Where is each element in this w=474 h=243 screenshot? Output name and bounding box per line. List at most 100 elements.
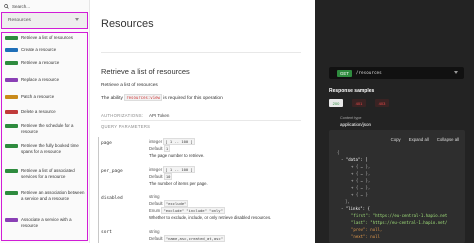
param-default: Default 10 (149, 173, 173, 180)
json-line[interactable]: - "data": [ (341, 157, 368, 162)
expand-all-button[interactable]: Expand all (409, 137, 429, 142)
sidebar-item-delete-resource[interactable]: Delete a resource (2, 109, 87, 115)
method-badge (5, 36, 18, 40)
tab-403[interactable]: 403 (375, 99, 389, 107)
tab-200[interactable]: 200 (329, 99, 343, 107)
param-type-text: integer (149, 167, 163, 172)
tab-401[interactable]: 401 (352, 99, 366, 107)
search-placeholder: Search... (12, 4, 31, 9)
endpoint-path: /resources (355, 70, 382, 76)
content-type-label: Content type (340, 116, 362, 120)
sidebar-item-label: Retrieve a list of resources (21, 35, 73, 40)
param-default-value: "exclude" (163, 200, 189, 207)
sidebar-item-retrieve-resources[interactable]: Retrieve a list of resources (2, 35, 87, 41)
sidebar-item-patch-resource[interactable]: Patch a resource (2, 94, 87, 100)
response-tabs: 200 401 403 (329, 99, 398, 107)
json-line: "prev": null, (351, 227, 383, 232)
sidebar-item-retrieve-association[interactable]: Retrieve an association between a servic… (2, 190, 87, 201)
param-name-disabled: disabled (101, 196, 123, 201)
sidebar-item-retrieve-schedule[interactable]: Retrieve the schedule for a resource (2, 123, 87, 134)
param-name-page: page (101, 141, 112, 146)
sidebar-item-label: Retrieve a list of associated services f… (21, 168, 75, 179)
sidebar-item-label: Retrieve the fully booked time spans for… (21, 143, 79, 154)
sidebar-item-label: Retrieve the schedule for a resource (21, 123, 74, 134)
authorizations-value[interactable]: API Token (149, 113, 169, 118)
json-line[interactable]: + { … }, (351, 164, 370, 169)
param-default-label: Default (149, 201, 163, 206)
param-description: The page number to retrieve. (149, 153, 205, 158)
json-line: "first": "https://eu-central-1.hapio.net (351, 213, 448, 218)
divider (101, 52, 301, 53)
param-type-text: integer (149, 139, 163, 144)
param-default-label: Default (149, 236, 163, 241)
method-badge (5, 61, 18, 65)
param-default-label: Default (149, 174, 163, 179)
json-line[interactable]: - "links": { (341, 206, 370, 211)
sidebar-item-replace-resource[interactable]: Replace a resource (2, 77, 87, 83)
param-default: Default "name,asc,created_at,asc" (149, 235, 225, 242)
sidebar-item-retrieve-resource[interactable]: Retrieve a resource (2, 60, 87, 66)
collapse-all-button[interactable]: Collapse all (437, 137, 459, 142)
sidebar-item-label: Patch a resource (21, 94, 55, 99)
method-badge (5, 95, 18, 99)
param-type: string (149, 229, 160, 234)
param-name-per-page: per_page (101, 169, 123, 174)
sidebar-item-retrieve-associated-services[interactable]: Retrieve a list of associated services f… (2, 168, 87, 179)
json-line[interactable]: + { … }, (351, 185, 370, 190)
param-default: Default 1 (149, 145, 171, 152)
sidebar-item-label: Associate a service with a resource (21, 217, 72, 228)
json-line[interactable]: + { … }, (351, 178, 370, 183)
param-description: The number of items per page. (149, 181, 208, 186)
sidebar-item-associate-service[interactable]: Associate a service with a resource (2, 217, 87, 228)
sidebar: Search... Resources Retrieve a list of r… (0, 0, 90, 243)
sidebar-item-create-resource[interactable]: Create a resource (2, 47, 87, 53)
response-samples-title: Response samples (329, 88, 375, 94)
http-method-badge: GET (337, 69, 352, 77)
param-enum-values: "exclude" "include" "only" (161, 207, 225, 214)
sidebar-item-retrieve-booked-time-spans[interactable]: Retrieve the fully booked time spans for… (2, 143, 87, 154)
method-badge (5, 124, 18, 128)
sidebar-operations: Retrieve a list of resources Create a re… (1, 32, 88, 241)
param-name-sort: sort (101, 230, 112, 235)
sidebar-group-resources[interactable]: Resources (1, 12, 88, 29)
page-title: Resources (101, 18, 154, 30)
ability-suffix: is required for this operation (163, 96, 223, 101)
copy-button[interactable]: Copy (391, 137, 401, 142)
endpoint-bar[interactable]: GET /resources (329, 67, 464, 79)
authorizations-label: AUTHORIZATIONS: (101, 113, 144, 118)
main-content: Resources Retrieve a list of resources R… (90, 0, 315, 243)
json-line: ], (345, 199, 350, 204)
divider (101, 120, 301, 121)
sidebar-item-label: Replace a resource (21, 77, 60, 82)
param-tree-line (98, 227, 99, 243)
sidebar-item-label: Retrieve a resource (21, 60, 60, 65)
ability-note: The ability resources:view is required f… (101, 94, 223, 101)
operation-title: Retrieve a list of resources (101, 67, 190, 76)
json-line: "last": "https://eu-central-1.hapio.net/ (351, 220, 448, 225)
response-panel: GET /resources Response samples 200 401 … (315, 0, 474, 243)
chevron-down-icon (75, 18, 79, 21)
method-badge (5, 144, 18, 148)
sidebar-item-label: Retrieve an association between a servic… (21, 190, 85, 201)
search-icon (4, 4, 9, 9)
chevron-down-icon (454, 71, 458, 74)
ability-code: resources:view (124, 94, 162, 101)
method-badge (5, 48, 18, 52)
param-enum: Enum "exclude" "include" "only" (149, 207, 225, 214)
method-badge (5, 191, 18, 195)
json-line[interactable]: + { … } (351, 192, 368, 197)
code-actions: Copy Expand all Collapse all (383, 137, 459, 142)
param-type: integer [ 1 .. 100 ] (149, 166, 195, 173)
query-params-label: QUERY PARAMETERS (101, 124, 151, 129)
param-description: Whether to exclude, include, or only ret… (149, 215, 272, 220)
json-sample: Copy Expand all Collapse all { - "data":… (329, 130, 465, 243)
content-type-value[interactable]: application/json (340, 122, 371, 127)
method-badge (5, 169, 18, 173)
param-default-value: 1 (163, 145, 171, 152)
param-enum-label: Enum (149, 208, 161, 213)
param-tree-line (98, 193, 99, 227)
json-line: "next": null (351, 234, 380, 239)
param-default-value: 10 (163, 173, 173, 180)
json-line[interactable]: + { … }, (351, 171, 370, 176)
sidebar-item-label: Delete a resource (21, 109, 56, 114)
